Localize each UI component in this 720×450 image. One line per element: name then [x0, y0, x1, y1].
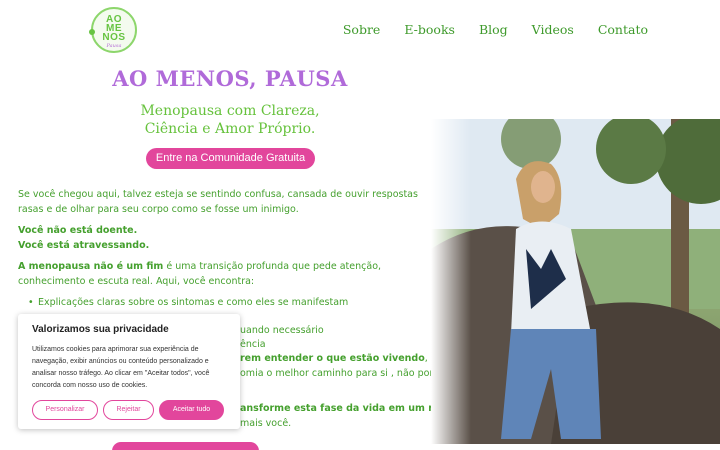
list-item: Explicações claras sobre os sintomas e c… — [28, 296, 423, 311]
cookie-customize-button[interactable]: Personalizar — [32, 400, 98, 420]
benefits-list: Explicações claras sobre os sintomas e c… — [18, 296, 423, 311]
photo-fade — [431, 119, 471, 444]
site-logo[interactable]: AO ME NOS Pausa — [89, 7, 137, 53]
tagline-line-1: Menopausa com Clareza, — [140, 103, 320, 119]
tagline: Menopausa com Clareza, Ciência e Amor Pr… — [0, 102, 460, 138]
partial-line-understand: rem entender o que estão vivendo, — [240, 353, 428, 364]
join-community-button[interactable]: Entre na Comunidade Gratuita — [146, 148, 315, 169]
cookie-accept-button[interactable]: Aceitar tudo — [159, 400, 224, 420]
nav-item-ebooks[interactable]: E-books — [404, 22, 455, 37]
menopause-bold-text: A menopausa não é um fim — [18, 261, 164, 272]
hero-photo — [431, 119, 720, 444]
cookie-buttons: Personalizar Rejeitar Aceitar tudo — [32, 400, 224, 420]
cookie-title: Valorizamos sua privacidade — [32, 324, 169, 335]
not-sick-text: Você não está doente. — [18, 225, 138, 236]
intro-paragraph: Se você chegou aqui, talvez esteja se se… — [18, 189, 418, 215]
menopause-paragraph: A menopausa não é um fim é uma transição… — [18, 260, 423, 289]
reassurance-paragraph: Você não está doente. Você está atravess… — [18, 224, 423, 253]
partial-line-transform: ansforme esta fase da vida em um novo — [240, 403, 455, 414]
logo-subtext: Pausa — [106, 43, 122, 49]
crossing-text: Você está atravessando. — [18, 239, 150, 251]
nav-item-contato[interactable]: Contato — [598, 22, 648, 37]
main-nav: Sobre E-books Blog Videos Contato — [319, 22, 648, 37]
partial-line-bullet2: uando necessário — [240, 325, 324, 336]
cookie-body: Utilizamos cookies para aprimorar sua ex… — [32, 346, 210, 389]
tagline-line-2: Ciência e Amor Próprio. — [144, 121, 316, 137]
site-title: AO MENOS, PAUSA — [112, 66, 348, 91]
cookie-banner: Valorizamos sua privacidade Utilizamos c… — [18, 314, 240, 429]
partial-line-autonomy: omia o melhor caminho para si , não por — [240, 368, 434, 379]
cookie-reject-button[interactable]: Rejeitar — [103, 400, 154, 420]
logo-text: AO ME NOS — [102, 14, 126, 43]
partial-line-bullet3: ência — [240, 339, 266, 350]
main-content: Se você chegou aqui, talvez esteja se se… — [18, 188, 423, 311]
nav-item-sobre[interactable]: Sobre — [343, 22, 380, 37]
woman-on-rock-illustration — [431, 119, 720, 444]
bottom-cta-button[interactable] — [112, 442, 259, 450]
nav-item-blog[interactable]: Blog — [479, 22, 508, 37]
partial-line-more-you: mais você. — [240, 418, 292, 429]
nav-item-videos[interactable]: Videos — [532, 22, 574, 37]
